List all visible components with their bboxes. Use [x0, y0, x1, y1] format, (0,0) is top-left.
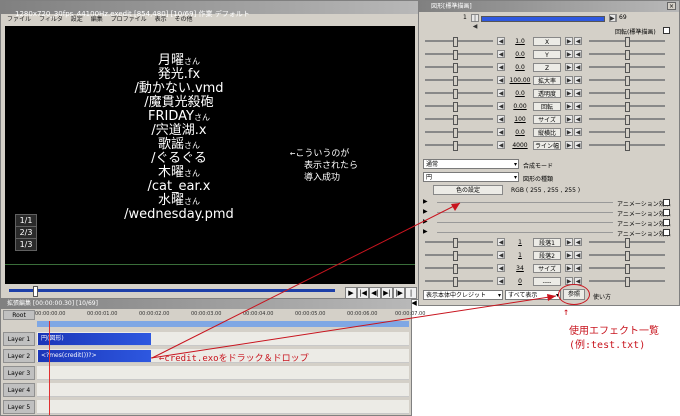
ref-arrow-head: [547, 294, 556, 301]
ref-arrow-line: [150, 295, 557, 359]
annotation-arrows: [150, 202, 557, 359]
